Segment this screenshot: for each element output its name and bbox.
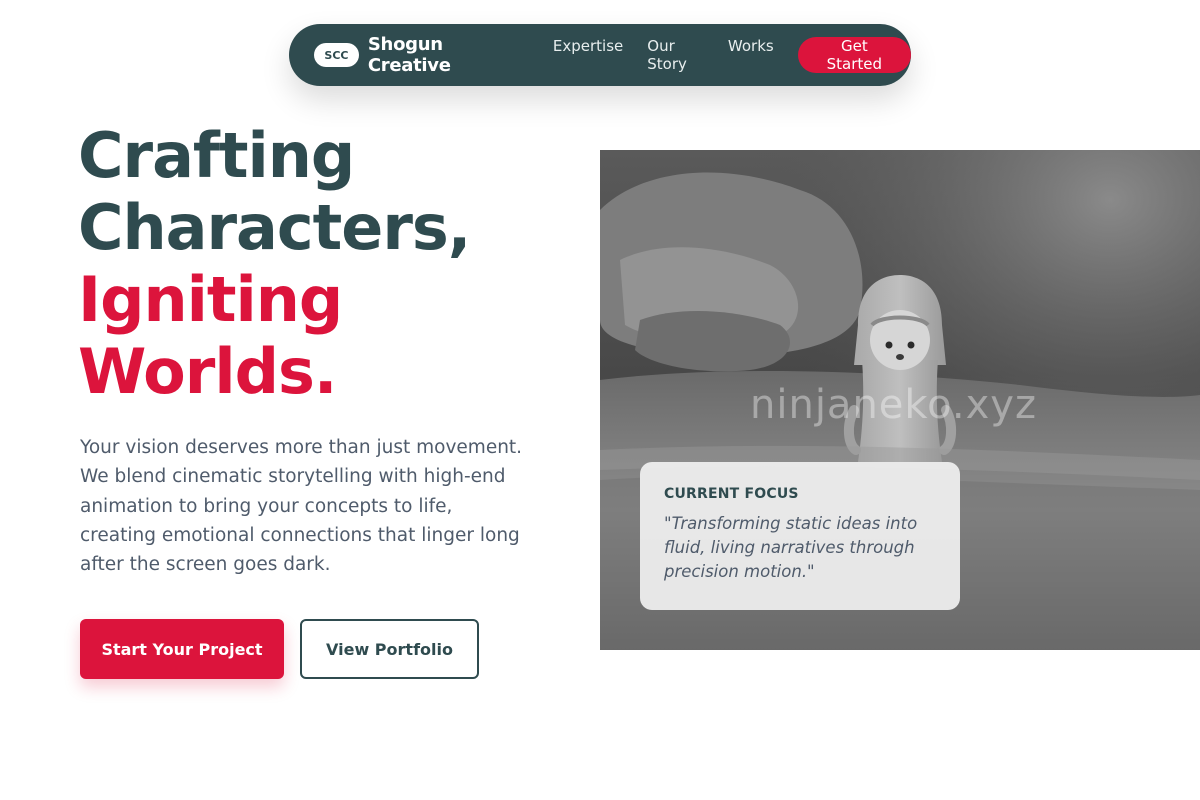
logo-badge[interactable]: SCC [314, 43, 359, 67]
headline-line-4: Worlds. [78, 335, 337, 408]
watermark: ninjaneko.xyz [750, 382, 1037, 428]
hero-headline: Crafting Characters, Igniting Worlds. [78, 119, 471, 408]
nav-link-our-story[interactable]: Our Story [647, 37, 704, 73]
figurine [844, 275, 956, 462]
top-navigation: SCC Shogun Creative Expertise Our Story … [289, 24, 911, 86]
start-project-button[interactable]: Start Your Project [80, 619, 284, 679]
hero-image: ninjaneko.xyz CURRENT FOCUS "Transformin… [600, 150, 1200, 650]
headline-line-1: Crafting [78, 119, 355, 192]
nav-links: Expertise Our Story Works [553, 37, 774, 73]
get-started-button[interactable]: Get Started [797, 37, 911, 73]
nav-link-expertise[interactable]: Expertise [553, 37, 623, 73]
page: SCC Shogun Creative Expertise Our Story … [0, 0, 1200, 800]
focus-card-label: CURRENT FOCUS [664, 486, 799, 502]
nav-link-works[interactable]: Works [728, 37, 774, 73]
headline-line-3: Igniting [78, 263, 343, 336]
hero-description: Your vision deserves more than just move… [80, 437, 523, 576]
brand-name[interactable]: Shogun Creative [368, 34, 521, 76]
view-portfolio-button[interactable]: View Portfolio [300, 619, 479, 679]
focus-card-quote: "Transforming static ideas into fluid, l… [664, 514, 918, 581]
current-focus-card: CURRENT FOCUS "Transforming static ideas… [640, 462, 960, 610]
headline-line-2: Characters, [78, 191, 471, 264]
